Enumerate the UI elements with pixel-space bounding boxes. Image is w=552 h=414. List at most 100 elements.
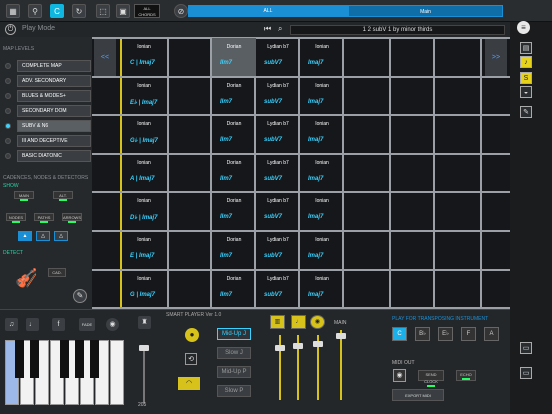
chord-cell[interactable]: Lydian b7 subV7 [256,115,300,153]
menu-icon[interactable]: ≡ [517,21,530,34]
send-clock-toggle[interactable]: SEND CLOCK [418,370,444,387]
segment-all[interactable]: ALL [188,5,348,17]
chord-cell[interactable]: Lydian b7 subV7 [256,38,300,76]
map-level-button[interactable]: III AND DECEPTIVE [17,135,91,147]
map-level-button[interactable]: ADV. SECONDARY [17,75,91,87]
keyboard-track-icon[interactable]: ▥ [270,315,285,329]
fade-icon[interactable]: FADE [79,318,95,331]
chord-cell[interactable]: Dorian IIm7 [212,270,256,308]
chord-cell[interactable]: Ionian E♭ | Imaj7 [122,77,166,115]
bass-track-icon[interactable]: ♩ [291,315,306,329]
alt-toggle[interactable]: ALT. [53,191,73,201]
map-level-button[interactable]: COMPLETE MAP [17,60,91,72]
tempo-knob[interactable] [139,345,149,351]
all-chords-button[interactable]: ALL CHORDS [134,4,160,18]
triangle-option-2[interactable]: △ [36,231,50,241]
chord-cell[interactable]: Ionian Imaj7 [300,192,344,230]
echo-toggle[interactable]: ECHO [456,370,476,381]
midi-out-icon[interactable]: ◉ [393,369,406,382]
tempo-fader[interactable] [143,345,145,403]
nodes-toggle[interactable]: NODES [6,213,26,223]
location-icon[interactable]: ⚲ [28,4,42,18]
triangle-option-3[interactable]: △ [54,231,68,241]
chord-cell[interactable]: Lydian b7 subV7 [256,77,300,115]
chord-cell[interactable]: Ionian Imaj7 [300,115,344,153]
export-midi-button[interactable]: EXPORT MIDI [392,389,444,401]
chord-cell[interactable]: Dorian IIm7 [212,115,256,153]
violin-icon[interactable]: 🎻 [15,268,37,289]
map-level-button[interactable]: BASIC DIATONIC [17,150,91,162]
black-key[interactable] [30,340,39,378]
layers-icon[interactable]: ▤ [520,42,532,54]
speed-button[interactable]: Slow J [217,347,251,359]
piano-keyboard[interactable] [5,340,127,405]
loop-icon[interactable]: ↻ [72,4,86,18]
chord-cell[interactable]: Dorian IIm7 [212,231,256,269]
chord-cell[interactable]: Lydian b7 subV7 [256,231,300,269]
compass-icon[interactable]: ⊘ [174,4,188,18]
main-toggle[interactable]: MAIN [14,191,34,201]
speed-button[interactable]: Mid-Up J [217,328,251,340]
transpose-key-button[interactable]: B♭ [415,327,430,341]
transpose-key-button[interactable]: E♭ [438,327,453,341]
map-level-button[interactable]: SUBV & N6 [17,120,91,132]
map-level-button[interactable]: SECONDARY DOM [17,105,91,117]
chord-cell[interactable]: Dorian IIm7 [212,154,256,192]
rewind-icon[interactable]: ⏮ [264,24,271,34]
chord-cell[interactable]: Ionian Imaj7 [300,77,344,115]
black-key[interactable] [15,340,24,378]
stack-icon[interactable]: ◒ [520,86,532,98]
keyboard-knob[interactable] [275,345,285,351]
cad-toggle[interactable]: CAD. [48,268,66,277]
s-mode-icon[interactable]: S [520,72,532,84]
f-icon[interactable]: f [52,318,65,331]
export-icon[interactable]: ⬚ [96,4,110,18]
speed-button[interactable]: Slow P [217,385,251,397]
power-icon[interactable]: ⏻ [5,24,16,35]
chord-cell[interactable]: Ionian G♭ | Imaj7 [122,115,166,153]
chord-cell[interactable]: Ionian A | Imaj7 [122,154,166,192]
chord-cell[interactable]: Ionian C | Imaj7 [122,38,166,76]
black-key[interactable] [75,340,84,378]
grid-icon[interactable]: ▦ [6,4,20,18]
save-icon[interactable]: ▣ [116,4,130,18]
edit-icon[interactable]: ✎ [520,106,532,118]
chord-cell[interactable]: Dorian IIm7 [212,77,256,115]
main-knob[interactable] [336,333,346,339]
transpose-key-button[interactable]: C [392,327,407,341]
triangle-option-1[interactable]: ▲ [18,231,32,241]
chord-cell[interactable]: Ionian D♭ | Imaj7 [122,192,166,230]
drums-knob[interactable] [313,341,323,347]
chord-cell[interactable]: Lydian b7 subV7 [256,270,300,308]
notes-icon[interactable]: ♪ [520,56,532,68]
guitar-icon[interactable]: ♩ [26,318,39,331]
transpose-key-button[interactable]: A [484,327,499,341]
map-level-button[interactable]: BLUES & MODES+ [17,90,91,102]
search-icon[interactable]: ⌕ [278,24,282,34]
chord-cell[interactable]: Ionian Imaj7 [300,231,344,269]
bass-knob[interactable] [293,343,303,349]
play-icon[interactable]: ● [185,328,199,342]
arrows-toggle[interactable]: ARROWS [62,213,82,223]
archive-icon[interactable]: ▭ [520,342,532,354]
chord-cell[interactable]: Lydian b7 subV7 [256,192,300,230]
song-title[interactable]: 1 2 subV 1 by minor thirds [290,25,505,35]
chord-cell[interactable]: Dorian IIm7 [212,192,256,230]
transpose-key-button[interactable]: F [461,327,476,341]
chord-cell[interactable]: Ionian Imaj7 [300,270,344,308]
pencil-icon[interactable]: ✎ [73,289,87,303]
metronome-icon[interactable]: ♜ [138,316,151,329]
chord-cell[interactable]: Ionian Imaj7 [300,38,344,76]
chord-cell[interactable]: Dorian IIm7 [212,38,256,76]
nav-right-button[interactable]: >> [485,39,507,77]
chord-cell[interactable]: Ionian G | Imaj7 [122,270,166,308]
chord-cell[interactable]: Ionian E | Imaj7 [122,231,166,269]
chord-cell[interactable]: Lydian b7 subV7 [256,154,300,192]
c-key-icon[interactable]: C [50,4,64,18]
music-note-icon[interactable]: ♫ [5,318,18,331]
chord-cell[interactable]: Ionian Imaj7 [300,154,344,192]
drums-track-icon[interactable]: ◉ [310,315,325,329]
speed-button[interactable]: Mid-Up P [217,366,251,378]
white-key[interactable] [110,340,124,405]
black-key[interactable] [90,340,99,378]
